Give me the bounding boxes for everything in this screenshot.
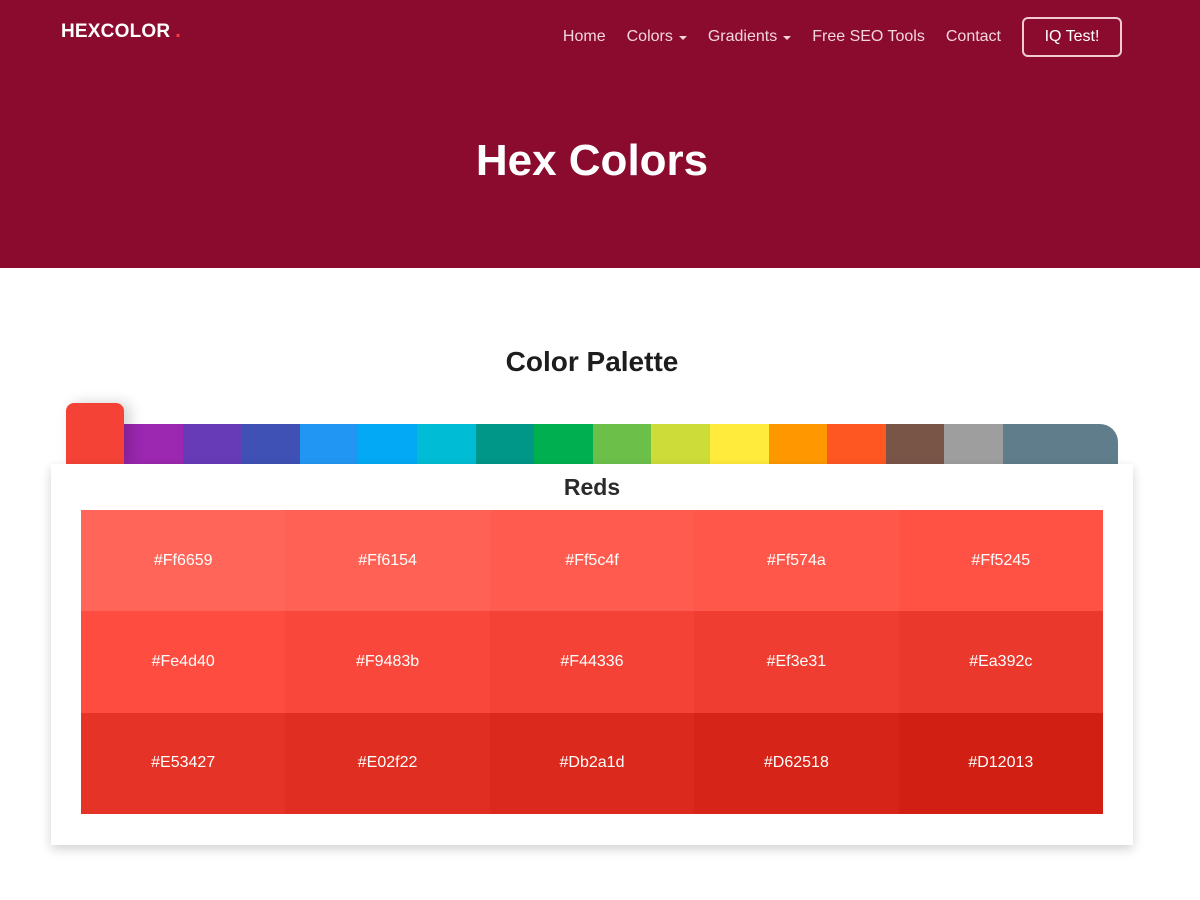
swatch-hex-label: #Ff6659 bbox=[153, 551, 213, 569]
caret-down-icon bbox=[678, 36, 687, 40]
color-swatch[interactable]: #Ef3e31 bbox=[694, 611, 899, 713]
swatch-hex-label: #Ea392c bbox=[969, 652, 1033, 670]
swatch-hex-label: #E53427 bbox=[151, 754, 216, 772]
color-tab[interactable] bbox=[885, 424, 945, 464]
nav-label: Colors bbox=[626, 28, 673, 45]
swatch-hex-label: #F9483b bbox=[356, 652, 420, 670]
nav-gradients[interactable]: Gradients bbox=[707, 28, 792, 46]
color-swatch[interactable]: #Ff6154 bbox=[285, 510, 490, 612]
swatch-hex-label: #D12013 bbox=[968, 754, 1034, 772]
logo-text: HEXCOLOR bbox=[61, 21, 171, 42]
color-tab[interactable] bbox=[299, 424, 359, 464]
nav-label: Free SEO Tools bbox=[812, 28, 925, 45]
color-swatch[interactable]: #Ff574a bbox=[694, 510, 899, 612]
site-logo[interactable]: HEXCOLOR . bbox=[61, 20, 181, 43]
swatch-hex-label: #F44336 bbox=[560, 652, 624, 670]
hero-banner: HEXCOLOR . Home Colors Gradients Free SEO T… bbox=[0, 0, 1200, 268]
nav-label: Gradients bbox=[707, 28, 778, 45]
color-tab[interactable] bbox=[475, 424, 535, 464]
color-swatch[interactable]: #Fe4d40 bbox=[81, 611, 286, 713]
swatch-hex-label: #Ef3e31 bbox=[766, 652, 827, 670]
color-swatch[interactable]: #Ff6659 bbox=[81, 510, 286, 612]
color-tab[interactable] bbox=[241, 424, 300, 464]
nav-colors[interactable]: Colors bbox=[627, 28, 687, 46]
color-tab[interactable] bbox=[651, 424, 710, 464]
color-swatch[interactable]: #E02f22 bbox=[285, 712, 490, 814]
nav-contact[interactable]: Contact bbox=[946, 28, 1001, 46]
palette-panel: Reds #Ff6659 #Ff6154 #Ff5c4f #Ff574a #Ff5245… bbox=[51, 464, 1133, 845]
swatch-hex-label: #Ff574a bbox=[767, 551, 826, 569]
swatch-hex-label: #Ff5245 bbox=[971, 551, 1031, 569]
color-swatch[interactable]: #Ff5c4f bbox=[489, 510, 695, 612]
color-swatch[interactable]: #E53427 bbox=[81, 712, 286, 814]
color-tab[interactable] bbox=[358, 424, 417, 464]
color-swatch[interactable]: #Ff5245 bbox=[898, 510, 1103, 612]
color-tab-active[interactable] bbox=[66, 403, 124, 464]
color-tab[interactable] bbox=[416, 424, 476, 464]
color-tab[interactable] bbox=[768, 424, 828, 464]
color-swatch[interactable]: #D12013 bbox=[898, 712, 1103, 814]
color-tab[interactable] bbox=[709, 424, 769, 464]
color-swatch[interactable]: #Db2a1d bbox=[489, 712, 695, 814]
color-group-title: Reds bbox=[563, 474, 621, 500]
swatch-hex-label: #Fe4d40 bbox=[151, 652, 215, 670]
nav-free-seo-tools[interactable]: Free SEO Tools bbox=[812, 28, 925, 46]
caret-down-icon bbox=[783, 36, 792, 40]
color-tab[interactable] bbox=[944, 424, 1003, 464]
iq-test-button[interactable]: IQ Test! bbox=[1022, 17, 1122, 57]
color-swatch[interactable]: #D62518 bbox=[694, 712, 899, 814]
swatch-hex-label: #E02f22 bbox=[357, 754, 418, 772]
color-tab[interactable] bbox=[124, 424, 183, 464]
nav-label: Contact bbox=[945, 28, 1001, 45]
color-swatch[interactable]: #F9483b bbox=[285, 611, 490, 713]
color-tab[interactable] bbox=[182, 424, 242, 464]
swatch-hex-label: #Ff6154 bbox=[358, 551, 417, 569]
page-title: Hex Colors bbox=[475, 136, 709, 185]
palette-section-title: Color Palette bbox=[505, 346, 679, 377]
color-tab[interactable] bbox=[534, 424, 593, 464]
color-tab[interactable] bbox=[827, 424, 886, 464]
swatch-grid: #Ff6659 #Ff6154 #Ff5c4f #Ff574a #Ff5245 #Fe4d… bbox=[81, 510, 1103, 814]
swatch-hex-label: #D62518 bbox=[763, 754, 829, 772]
color-tab[interactable] bbox=[592, 424, 652, 464]
nav-label: Home bbox=[562, 28, 606, 45]
color-swatch[interactable]: #Ea392c bbox=[898, 611, 1103, 713]
swatch-hex-label: #Db2a1d bbox=[559, 754, 625, 772]
logo-dot: . bbox=[175, 20, 182, 42]
color-swatch[interactable]: #F44336 bbox=[489, 611, 695, 713]
swatch-hex-label: #Ff5c4f bbox=[565, 551, 619, 569]
nav-home[interactable]: Home bbox=[563, 28, 606, 46]
color-tab[interactable] bbox=[1002, 424, 1118, 464]
color-family-tabs bbox=[67, 424, 1118, 464]
main-nav: Home Colors Gradients Free SEO Tools Contact… bbox=[563, 17, 1122, 57]
